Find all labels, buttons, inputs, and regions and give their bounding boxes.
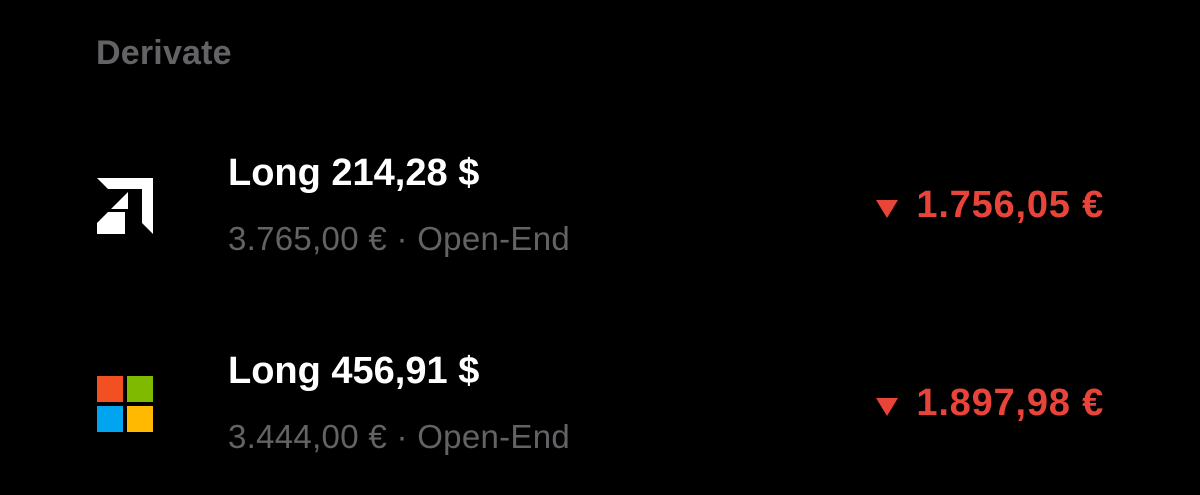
product-name: Long 214,28 $ bbox=[228, 152, 480, 194]
value-change-amount: 1.897,98 € bbox=[916, 382, 1104, 424]
microsoft-logo-icon bbox=[97, 376, 153, 432]
triangle-down-icon bbox=[876, 199, 899, 218]
triangle-down-icon bbox=[876, 397, 899, 416]
value-change: 1.897,98 € bbox=[876, 382, 1104, 425]
product-name: Long 456,91 $ bbox=[228, 350, 480, 392]
amd-logo-icon bbox=[97, 178, 153, 234]
value-change: 1.756,05 € bbox=[876, 184, 1104, 227]
value-change-amount: 1.756,05 € bbox=[916, 184, 1104, 226]
list-item[interactable]: Long 214,28 $ 3.765,00 € · Open-End 1.75… bbox=[0, 140, 1200, 280]
product-subtitle: 3.444,00 € · Open-End bbox=[228, 418, 571, 455]
section-title: Derivate bbox=[96, 34, 232, 72]
product-subtitle: 3.765,00 € · Open-End bbox=[228, 220, 571, 257]
list-item[interactable]: Long 456,91 $ 3.444,00 € · Open-End 1.89… bbox=[0, 338, 1200, 478]
